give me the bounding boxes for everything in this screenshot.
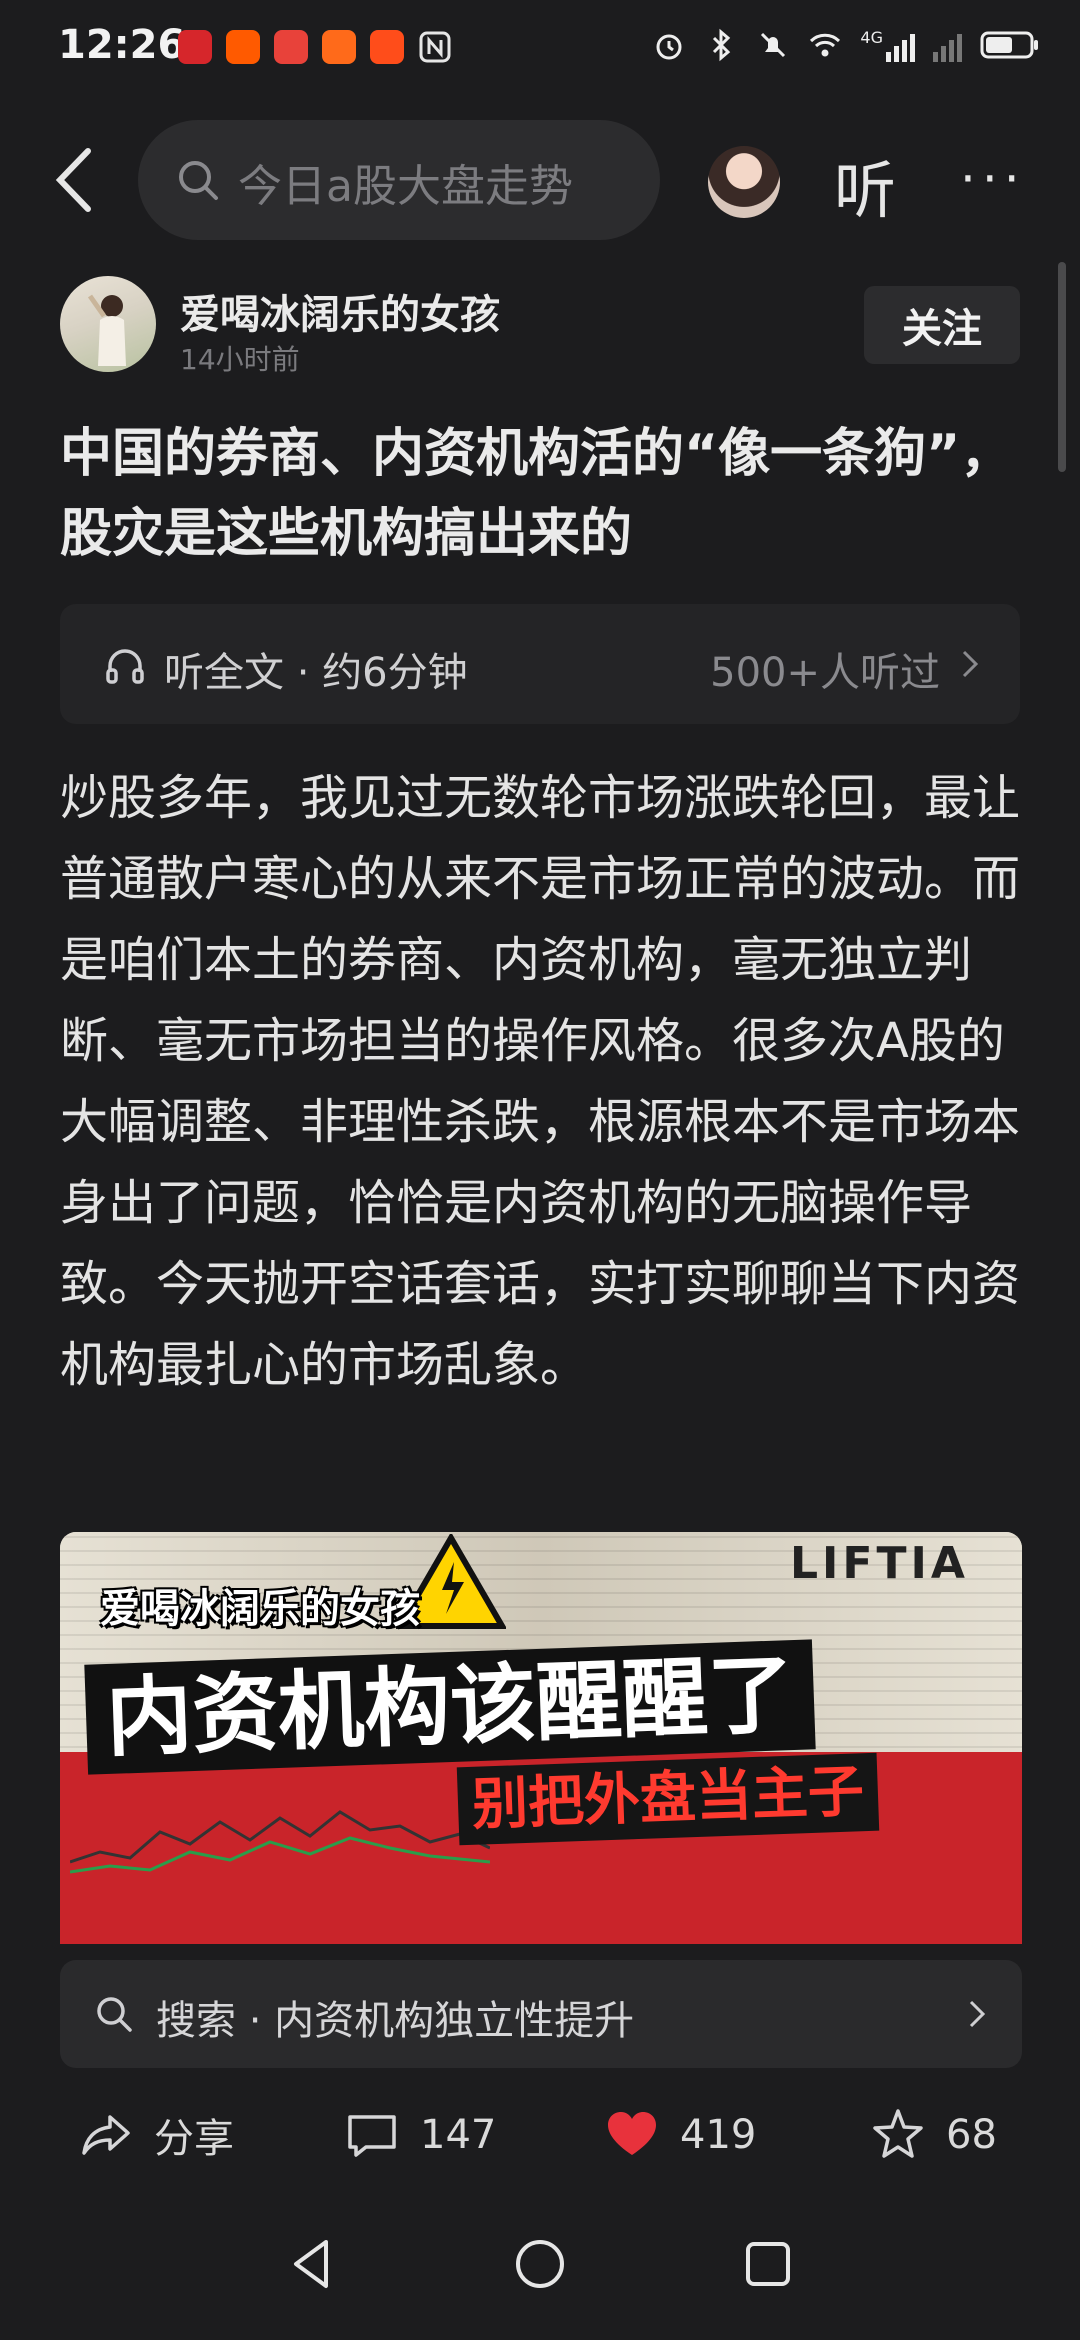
battery-icon [980, 31, 1038, 59]
listen-count: 500+人听过 [710, 650, 940, 696]
xianyu-app-icon [370, 30, 404, 64]
like-button[interactable]: 419 [604, 2100, 756, 2170]
user-avatar[interactable] [708, 146, 780, 218]
favorite-button[interactable]: 68 [870, 2100, 997, 2170]
poster-tag: 爱喝冰阔乐的女孩 [100, 1586, 420, 1632]
poster-subheadline: 别把外盘当主子 [456, 1752, 880, 1846]
listen-button[interactable]: 听 [834, 140, 896, 230]
wifi-icon [810, 33, 841, 57]
huawei-app-icon [178, 30, 212, 64]
scrollbar[interactable] [1058, 262, 1066, 472]
search-icon [97, 1997, 132, 2032]
alarm-icon [656, 34, 682, 60]
nav-home-icon[interactable] [510, 2234, 570, 2294]
status-indicators: 4G [652, 28, 1040, 62]
nav-back-icon[interactable] [282, 2234, 342, 2294]
author-avatar[interactable] [60, 276, 156, 372]
share-icon [82, 2115, 130, 2155]
headphones-icon [106, 649, 144, 684]
search-placeholder: 今日a股大盘走势 [238, 161, 573, 212]
follow-button[interactable]: 关注 [864, 286, 1020, 364]
favorite-count: 68 [946, 2112, 997, 2158]
notification-app-icons [178, 30, 452, 64]
comment-button[interactable]: 147 [344, 2100, 496, 2170]
status-bar: 12:26 4G [0, 0, 1080, 100]
system-navigation-bar [0, 2190, 1080, 2340]
share-label: 分享 [154, 2116, 234, 2162]
signal-icon: 4G [860, 28, 915, 62]
article-image[interactable]: LIFTIA 爱喝冰阔乐的女孩 内资机构该醒醒了 别把外盘当主子 [60, 1532, 1022, 1944]
signal-icon-2 [933, 28, 962, 62]
comment-count: 147 [420, 2112, 497, 2158]
heart-icon [608, 2112, 656, 2155]
stock-chart-graphic [70, 1810, 490, 1874]
related-search-bar[interactable]: 搜索 · 内资机构独立性提升 [60, 1960, 1022, 2068]
poster-sign: LIFTIA [790, 1538, 969, 1589]
search-icon [179, 161, 218, 200]
search-box[interactable]: 今日a股大盘走势 [138, 120, 660, 240]
share-button[interactable]: 分享 [78, 2100, 234, 2170]
star-icon [873, 2109, 923, 2158]
nav-recents-icon[interactable] [738, 2234, 798, 2294]
pinduoduo-app-icon [274, 30, 308, 64]
taobao-app-icon [226, 30, 260, 64]
status-time: 12:26 [58, 22, 186, 68]
listen-full-article-bar[interactable]: 听全文 · 约6分钟 500+人听过 [60, 604, 1020, 724]
mute-icon [761, 32, 786, 58]
listen-label: 听全文 · 约6分钟 [164, 650, 468, 696]
like-count: 419 [680, 2112, 757, 2158]
article-title: 中国的券商、内资机构活的“像一条狗”，股灾是这些机构搞出来的 [60, 424, 1013, 564]
author-name[interactable]: 爱喝冰阔乐的女孩 [180, 282, 500, 340]
chevron-right-icon [969, 2000, 986, 2028]
back-button[interactable] [50, 145, 100, 215]
nfc-icon [419, 31, 451, 63]
chevron-right-icon [962, 650, 979, 678]
post-time: 14小时前 [180, 343, 300, 376]
article-body: 炒股多年，我见过无数轮市场涨跌轮回，最让普通散户寒心的从来不是市场正常的波动。而… [60, 770, 1021, 1393]
related-search-text: 搜索 · 内资机构独立性提升 [156, 1998, 635, 2044]
taobao-app-icon-2 [322, 30, 356, 64]
more-options-icon[interactable]: ··· [960, 150, 1026, 208]
network-type-label: 4G [860, 28, 883, 47]
bluetooth-icon [713, 28, 731, 62]
comment-icon [348, 2115, 396, 2157]
